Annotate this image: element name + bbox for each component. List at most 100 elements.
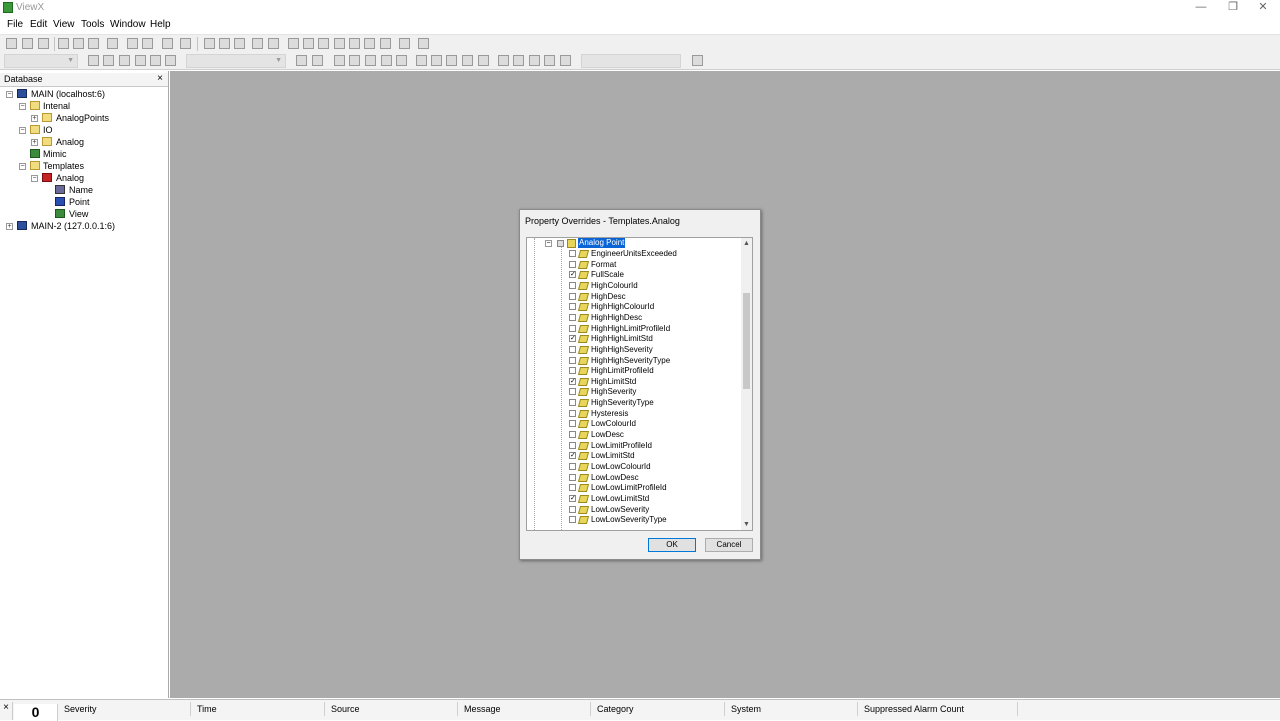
open-icon[interactable] bbox=[22, 38, 33, 49]
expand-toggle-icon[interactable]: + bbox=[6, 223, 13, 230]
property-item[interactable]: LowLowColourId bbox=[527, 462, 742, 473]
folder-open-icon[interactable] bbox=[288, 38, 299, 49]
copy-icon[interactable] bbox=[73, 38, 84, 49]
checkbox-unchecked[interactable] bbox=[569, 473, 576, 481]
checkbox-unchecked[interactable] bbox=[569, 409, 576, 417]
checkbox-unchecked[interactable] bbox=[569, 463, 576, 470]
tree-node-main-2[interactable]: + MAIN-2 (127.0.0.1:6) bbox=[0, 220, 168, 232]
paste-icon[interactable] bbox=[88, 38, 99, 49]
undo-icon[interactable] bbox=[127, 38, 138, 49]
property-item[interactable]: LowLowSeverity bbox=[527, 505, 742, 516]
menu-view[interactable]: View bbox=[53, 19, 75, 30]
checkbox-unchecked[interactable] bbox=[569, 324, 576, 332]
property-item[interactable]: LowLowDesc bbox=[527, 473, 742, 484]
tree-node-name[interactable]: Name bbox=[0, 184, 168, 196]
collapse-toggle-icon[interactable]: − bbox=[19, 103, 26, 110]
align-icon[interactable] bbox=[296, 55, 307, 66]
pan-icon[interactable] bbox=[135, 55, 146, 66]
checkbox-unchecked[interactable] bbox=[569, 420, 576, 428]
checkbox-unchecked[interactable] bbox=[569, 399, 576, 407]
print-preview-icon[interactable] bbox=[399, 38, 410, 49]
rectangle-icon[interactable] bbox=[349, 55, 360, 66]
close-icon[interactable]: × bbox=[0, 702, 13, 720]
property-item[interactable]: LowLowLimitProfileId bbox=[527, 483, 742, 494]
align-alt-icon[interactable] bbox=[312, 55, 323, 66]
expand-toggle-icon[interactable]: + bbox=[31, 115, 38, 122]
zoom-out-icon[interactable] bbox=[103, 55, 114, 66]
restore-button[interactable]: ❐ bbox=[1218, 0, 1248, 16]
image-icon[interactable] bbox=[431, 55, 442, 66]
property-item[interactable]: HighHighSeverity bbox=[527, 345, 742, 356]
event-icon[interactable] bbox=[380, 38, 391, 49]
page-alt-icon[interactable] bbox=[268, 38, 279, 49]
property-item[interactable]: HighHighSeverityType bbox=[527, 356, 742, 367]
property-item[interactable]: LowDesc bbox=[527, 430, 742, 441]
back-icon[interactable] bbox=[204, 38, 215, 49]
property-item[interactable]: ✓ LowLowLimitStd bbox=[527, 494, 742, 505]
properties-icon[interactable] bbox=[165, 55, 176, 66]
menu-file[interactable]: File bbox=[7, 19, 23, 30]
grid-tool-icon[interactable] bbox=[544, 55, 555, 66]
column-header-system[interactable]: System bbox=[725, 702, 858, 716]
checkbox-unchecked[interactable] bbox=[569, 431, 576, 439]
menu-tools[interactable]: Tools bbox=[81, 19, 104, 30]
font-combo[interactable]: ▼ bbox=[186, 54, 286, 68]
cut-icon[interactable] bbox=[58, 38, 69, 49]
menu-window[interactable]: Window bbox=[110, 19, 146, 30]
property-item[interactable]: LowLowSeverityType bbox=[527, 515, 742, 526]
chart-tool-icon[interactable] bbox=[498, 55, 509, 66]
forward-icon[interactable] bbox=[219, 38, 230, 49]
shape-icon[interactable] bbox=[396, 55, 407, 66]
scroll-down-icon[interactable]: ▼ bbox=[741, 519, 752, 530]
column-header-suppressed-alarm-count[interactable]: Suppressed Alarm Count bbox=[858, 702, 1018, 716]
collapse-toggle-icon[interactable]: − bbox=[31, 175, 38, 182]
new-icon[interactable] bbox=[6, 38, 17, 49]
collapse-toggle-icon[interactable]: − bbox=[19, 163, 26, 170]
pipe-icon[interactable] bbox=[462, 55, 473, 66]
tree-node-point[interactable]: Point bbox=[0, 196, 168, 208]
page-icon[interactable] bbox=[252, 38, 263, 49]
map-icon[interactable] bbox=[334, 38, 345, 49]
property-item[interactable]: Hysteresis bbox=[527, 409, 742, 420]
property-item[interactable]: ✓ LowLimitStd bbox=[527, 451, 742, 462]
circle-icon[interactable] bbox=[478, 55, 489, 66]
tree-node-analogpoints[interactable]: + AnalogPoints bbox=[0, 112, 168, 124]
checkbox-unchecked[interactable] bbox=[569, 356, 576, 364]
checkbox-checked[interactable]: ✓ bbox=[569, 271, 576, 279]
ok-button[interactable]: OK bbox=[648, 538, 696, 552]
checkbox-unchecked[interactable] bbox=[569, 303, 576, 311]
checkbox-checked[interactable]: ✓ bbox=[569, 377, 576, 385]
table-tool-icon[interactable] bbox=[560, 55, 571, 66]
checkbox-unchecked[interactable] bbox=[569, 313, 576, 321]
tree-root-analog-point[interactable]: − Analog Point bbox=[527, 238, 742, 249]
tree-node-templates[interactable]: − Templates bbox=[0, 160, 168, 172]
tree-node-io-analog[interactable]: + Analog bbox=[0, 136, 168, 148]
save-icon[interactable] bbox=[38, 38, 49, 49]
property-item[interactable]: LowColourId bbox=[527, 419, 742, 430]
checkbox-unchecked[interactable] bbox=[569, 516, 576, 524]
checkbox-checked[interactable]: ✓ bbox=[569, 335, 576, 343]
menu-edit[interactable]: Edit bbox=[30, 19, 47, 30]
checkbox-unchecked[interactable] bbox=[569, 281, 576, 289]
layer-combo[interactable] bbox=[581, 54, 681, 68]
property-item[interactable]: EngineerUnitsExceeded bbox=[527, 249, 742, 260]
property-item[interactable]: HighHighColourId bbox=[527, 302, 742, 313]
checkbox-checked[interactable]: ✓ bbox=[569, 452, 576, 460]
globe-icon[interactable] bbox=[349, 38, 360, 49]
copy-format-icon[interactable] bbox=[692, 55, 703, 66]
scroll-thumb[interactable] bbox=[743, 293, 750, 389]
checkbox-unchecked[interactable] bbox=[569, 441, 576, 449]
property-item[interactable]: HighLimitProfileId bbox=[527, 366, 742, 377]
expand-toggle-icon[interactable]: + bbox=[31, 139, 38, 146]
redo-icon[interactable] bbox=[142, 38, 153, 49]
help-icon[interactable] bbox=[180, 38, 191, 49]
style-combo[interactable]: ▼ bbox=[4, 54, 78, 68]
print-icon[interactable] bbox=[107, 38, 118, 49]
zoom-in-icon[interactable] bbox=[88, 55, 99, 66]
property-item[interactable]: Format bbox=[527, 260, 742, 271]
property-item[interactable]: LowLimitProfileId bbox=[527, 441, 742, 452]
column-header-message[interactable]: Message bbox=[458, 702, 591, 716]
table-icon[interactable] bbox=[318, 38, 329, 49]
chart-icon[interactable] bbox=[162, 38, 173, 49]
property-item[interactable]: ✓ FullScale bbox=[527, 270, 742, 281]
